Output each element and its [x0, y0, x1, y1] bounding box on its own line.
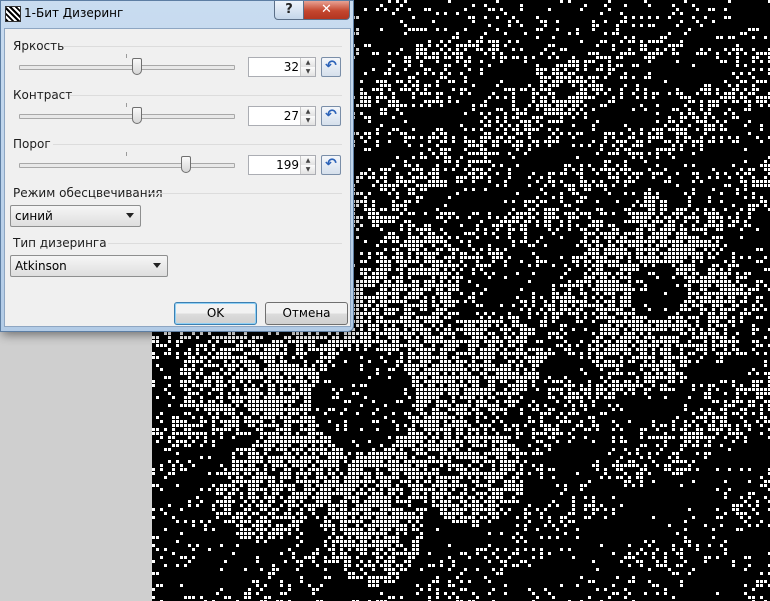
separator [69, 95, 342, 96]
brightness-spin-down-icon[interactable]: ▼ [301, 67, 315, 76]
contrast-spinbox[interactable]: 27 ▲ ▼ [248, 106, 316, 126]
brightness-spin-buttons: ▲ ▼ [300, 58, 315, 76]
dither-type-value: Atkinson [15, 259, 67, 273]
desaturation-mode-label: Режим обесцвечивания [13, 186, 163, 200]
threshold-label: Порог [13, 137, 51, 151]
threshold-spin-down-icon[interactable]: ▼ [301, 165, 315, 174]
separator [108, 243, 342, 244]
brightness-value: 32 [283, 60, 299, 74]
desaturation-mode-select[interactable]: синий [10, 205, 141, 227]
dither-type-select[interactable]: Atkinson [10, 255, 168, 277]
contrast-reset-button[interactable]: ↶ [321, 106, 341, 126]
brightness-tick [126, 54, 127, 58]
threshold-slider-thumb[interactable] [180, 156, 191, 173]
dialog-title: 1-Бит Дизеринг [24, 6, 124, 20]
contrast-slider-thumb[interactable] [131, 107, 142, 124]
threshold-spin-buttons: ▲ ▼ [300, 156, 315, 174]
desaturation-mode-value: синий [15, 209, 53, 223]
threshold-spinbox[interactable]: 199 ▲ ▼ [248, 155, 316, 175]
brightness-slider-thumb[interactable] [131, 58, 142, 75]
separator [148, 193, 342, 194]
threshold-tick [126, 152, 127, 156]
reset-arrow-icon: ↶ [325, 156, 337, 172]
brightness-spinbox[interactable]: 32 ▲ ▼ [248, 57, 316, 77]
contrast-value: 27 [283, 109, 299, 123]
help-button[interactable]: ? [274, 1, 304, 20]
ok-button[interactable]: OK [174, 302, 257, 325]
threshold-reset-button[interactable]: ↶ [321, 155, 341, 175]
cancel-button[interactable]: Отмена [265, 302, 348, 325]
separator [63, 46, 342, 47]
brightness-label: Яркость [13, 39, 65, 53]
contrast-spin-buttons: ▲ ▼ [300, 107, 315, 125]
reset-arrow-icon: ↶ [325, 107, 337, 123]
chevron-down-icon [126, 213, 134, 218]
close-button[interactable]: ✕ [303, 1, 350, 20]
contrast-tick [126, 103, 127, 107]
title-bar[interactable]: 1-Бит Дизеринг ? ✕ [1, 1, 353, 27]
brightness-slider-track[interactable] [19, 65, 235, 70]
dither-app-icon [5, 6, 21, 22]
reset-arrow-icon: ↶ [325, 58, 337, 74]
threshold-slider-track[interactable] [19, 163, 235, 168]
threshold-value: 199 [276, 158, 299, 172]
brightness-reset-button[interactable]: ↶ [321, 57, 341, 77]
contrast-spin-down-icon[interactable]: ▼ [301, 116, 315, 125]
chevron-down-icon [153, 263, 161, 268]
contrast-label: Контраст [13, 88, 73, 102]
dialog-client-area: Яркость 32 ▲ ▼ ↶ Контраст 27 ▲ ▼ ↶ Порог… [4, 28, 351, 327]
contrast-slider-track[interactable] [19, 114, 235, 119]
dither-type-label: Тип дизеринга [13, 236, 107, 250]
dither-dialog: 1-Бит Дизеринг ? ✕ Яркость 32 ▲ ▼ ↶ Конт… [0, 0, 354, 332]
separator [53, 144, 342, 145]
